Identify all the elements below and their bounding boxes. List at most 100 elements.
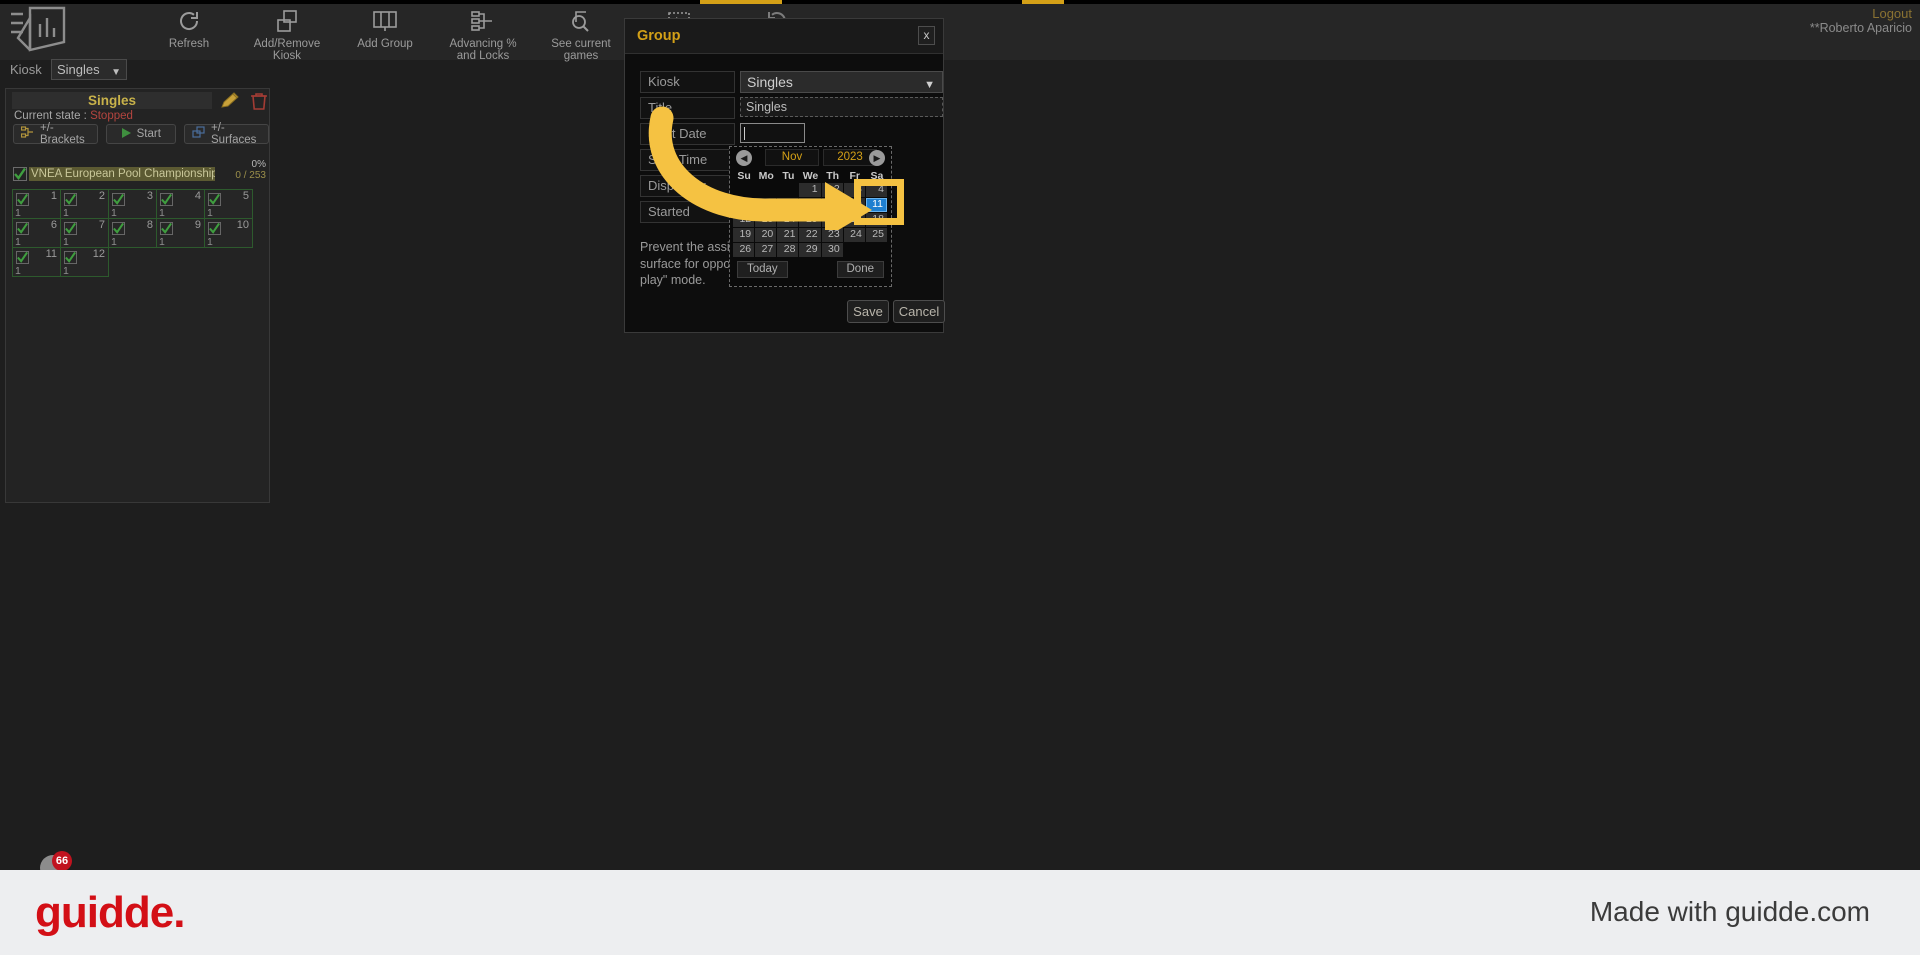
calendar-week: 12131415161718 <box>733 213 888 228</box>
bracket-cell-number: 11 <box>46 248 57 260</box>
field-title: Title Singles <box>640 97 932 119</box>
field-display-order-label: Display or <box>640 175 735 197</box>
calendar-day[interactable]: 23 <box>822 228 843 242</box>
toolbar-add-remove-kiosk[interactable]: Add/Remove Kiosk <box>238 4 336 62</box>
calendar-day[interactable]: 7 <box>777 198 798 212</box>
calendar-day[interactable]: 20 <box>755 228 776 242</box>
check-icon <box>16 222 29 235</box>
kiosk-dropdown[interactable]: Singles ▼ <box>740 71 943 93</box>
bracket-cell[interactable]: 101 <box>204 218 253 248</box>
add-remove-kiosk-icon <box>275 7 299 35</box>
calendar-week: 2627282930 <box>733 243 888 258</box>
calendar-day[interactable]: 25 <box>866 228 887 242</box>
guidde-footer: guidde. Made with guidde.com <box>0 870 1920 955</box>
check-icon <box>64 251 77 264</box>
weekday-label: Su <box>733 170 755 182</box>
bracket-cell-number: 12 <box>93 248 105 260</box>
calendar-day[interactable]: 2 <box>822 183 843 197</box>
calendar-day[interactable]: 1 <box>799 183 820 197</box>
tournament-fraction: 0 / 253 <box>206 170 266 181</box>
bracket-cell[interactable]: 91 <box>156 218 205 248</box>
guidde-brand: guidde. <box>35 888 184 938</box>
close-icon[interactable]: x <box>918 26 935 45</box>
surfaces-icon <box>192 126 206 142</box>
trash-icon[interactable] <box>249 91 269 111</box>
toolbar-refresh[interactable]: Refresh <box>140 4 238 62</box>
calendar-day[interactable]: 18 <box>866 213 887 227</box>
check-icon <box>64 193 77 206</box>
check-icon <box>160 193 173 206</box>
calendar-day[interactable]: 17 <box>844 213 865 227</box>
bracket-cell-number: 5 <box>243 190 249 202</box>
bracket-cell[interactable]: 81 <box>108 218 157 248</box>
bracket-row: 111 12 1 <box>12 247 264 276</box>
bracket-cell[interactable]: 41 <box>156 189 205 219</box>
calendar-day[interactable]: 15 <box>799 213 820 227</box>
refresh-icon <box>177 7 201 35</box>
done-button[interactable]: Done <box>837 261 885 278</box>
bracket-cell[interactable]: 111 <box>12 247 61 277</box>
bracket-cell[interactable]: 11 <box>12 189 61 219</box>
current-state-prefix: Current state : <box>14 110 90 122</box>
calendar-day[interactable]: 6 <box>755 198 776 212</box>
month-select[interactable]: Nov <box>765 149 819 166</box>
start-date-input[interactable] <box>740 123 805 143</box>
calendar-day[interactable]: 4 <box>866 183 887 197</box>
save-button[interactable]: Save <box>847 300 889 323</box>
toolbar-add-group[interactable]: Add Group <box>336 4 434 62</box>
calendar-day[interactable]: 5 <box>733 198 754 212</box>
bracket-cell[interactable]: 71 <box>60 218 109 248</box>
calendar-day[interactable]: 9 <box>822 198 843 212</box>
calendar-day[interactable]: 8 <box>799 198 820 212</box>
weekday-label: Mo <box>755 170 777 182</box>
cancel-button[interactable]: Cancel <box>893 300 945 323</box>
calendar-day[interactable]: 3 <box>844 183 865 197</box>
calendar-day[interactable]: 22 <box>799 228 820 242</box>
calendar-day[interactable]: 21 <box>777 228 798 242</box>
calendar-day[interactable]: 26 <box>733 243 754 257</box>
pencil-icon[interactable] <box>218 91 240 111</box>
toolbar-see-current-games[interactable]: See current games <box>532 4 630 62</box>
title-input[interactable]: Singles <box>740 97 943 117</box>
calendar-day[interactable]: 14 <box>777 213 798 227</box>
calendar-day[interactable]: 29 <box>799 243 820 257</box>
bracket-cell[interactable]: 12 1 <box>60 247 109 277</box>
calendar-day[interactable]: 16 <box>822 213 843 227</box>
check-icon <box>208 193 221 206</box>
bracket-cell[interactable]: 51 <box>204 189 253 219</box>
tournament-row[interactable]: VNEA European Pool Championships 202 0% … <box>13 167 263 183</box>
bracket-cell[interactable]: 31 <box>108 189 157 219</box>
today-button[interactable]: Today <box>737 261 788 278</box>
check-icon[interactable] <box>13 167 27 181</box>
calendar-day[interactable]: 12 <box>733 213 754 227</box>
check-icon <box>160 222 173 235</box>
calendar-day[interactable]: 11 <box>866 198 887 212</box>
kiosk-select[interactable]: Singles ▼ <box>51 59 127 80</box>
brackets-button[interactable]: +/- Brackets <box>13 124 98 144</box>
bracket-cell[interactable]: 61 <box>12 218 61 248</box>
book-chart-logo-icon <box>8 4 72 58</box>
text-caret <box>744 127 745 140</box>
date-picker-footer: Today Done <box>733 261 888 281</box>
calendar-day[interactable]: 19 <box>733 228 754 242</box>
chevron-down-icon: ▼ <box>924 75 935 95</box>
calendar-day[interactable]: 27 <box>755 243 776 257</box>
bracket-cell-count: 1 <box>63 265 69 277</box>
calendar-day[interactable]: 28 <box>777 243 798 257</box>
account-area: Logout **Roberto Aparicio <box>1810 6 1912 36</box>
start-button[interactable]: Start <box>106 124 176 144</box>
panel-title: Singles <box>12 92 212 109</box>
toolbar-advancing-locks[interactable]: Advancing % and Locks <box>434 4 532 62</box>
chevron-left-icon[interactable]: ◀ <box>736 150 752 166</box>
calendar-day[interactable]: 24 <box>844 228 865 242</box>
chevron-right-icon[interactable]: ▶ <box>869 150 885 166</box>
logout-link[interactable]: Logout <box>1810 6 1912 21</box>
bracket-cell-count: 1 <box>159 236 165 248</box>
bracket-cell[interactable]: 21 <box>60 189 109 219</box>
calendar-week: 19202122232425 <box>733 228 888 243</box>
kiosk-selector-row: Kiosk Singles ▼ <box>0 58 1920 84</box>
calendar-day[interactable]: 10 <box>844 198 865 212</box>
calendar-day[interactable]: 13 <box>755 213 776 227</box>
calendar-day[interactable]: 30 <box>822 243 843 257</box>
surfaces-button[interactable]: +/- Surfaces <box>184 124 269 144</box>
